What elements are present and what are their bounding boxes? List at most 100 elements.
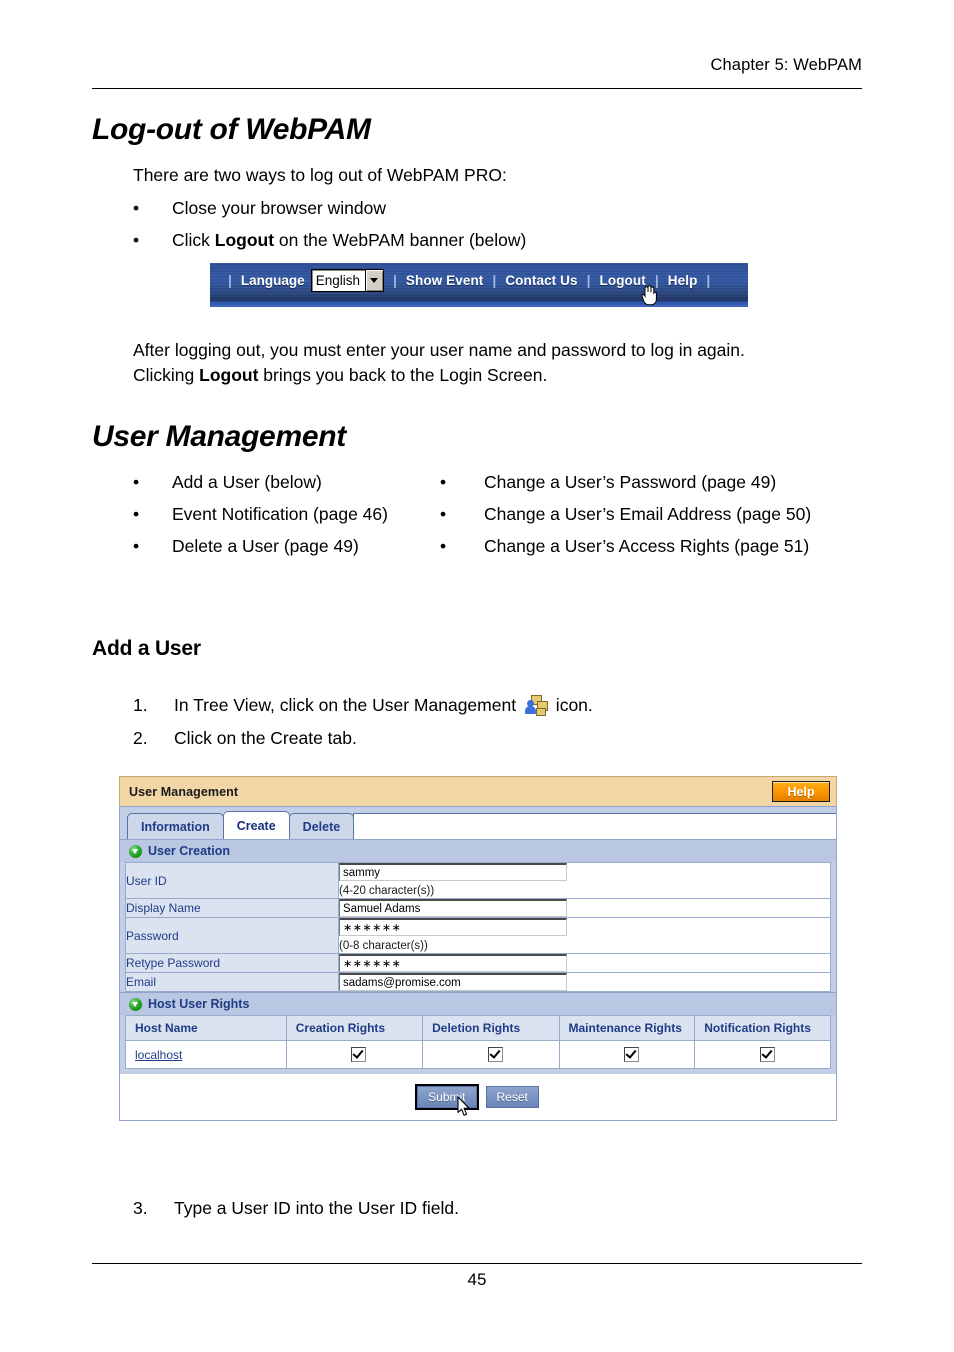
table-row: Retype Password ∗∗∗∗∗∗ bbox=[125, 953, 831, 973]
collapse-toggle-icon[interactable] bbox=[129, 997, 142, 1011]
list-number: 3. bbox=[133, 1198, 148, 1218]
tab-information[interactable]: Information bbox=[127, 813, 224, 839]
chevron-down-icon[interactable] bbox=[364, 269, 383, 291]
field-label-display-name: Display Name bbox=[125, 898, 339, 918]
section-header-host-user-rights[interactable]: Host User Rights bbox=[120, 992, 836, 1015]
bullet-marker: • bbox=[440, 472, 447, 492]
host-user-rights-panel: Host Name Creation Rights Deletion Right… bbox=[120, 1015, 836, 1075]
logout-after-paragraph: After logging out, you must enter your u… bbox=[133, 338, 863, 388]
user-management-app-screenshot: User Management Help Information Create … bbox=[119, 776, 837, 1174]
app-body: Information Create Delete User Creation … bbox=[119, 806, 837, 1122]
list-number: 2. bbox=[133, 728, 148, 748]
cell-notification-rights bbox=[694, 1039, 831, 1070]
cell-deletion-rights bbox=[422, 1039, 560, 1070]
numbered-list-item: 2. Click on the Create tab. bbox=[133, 725, 853, 751]
list-item-label: Event Notification (page 46) bbox=[172, 504, 388, 524]
cell-maintenance-rights bbox=[558, 1039, 696, 1070]
banner-separator: | bbox=[654, 272, 659, 288]
list-item-label: In Tree View, click on the User Manageme… bbox=[174, 692, 593, 718]
language-select[interactable]: English bbox=[310, 268, 384, 292]
field-cell-user-id: sammy (4-20 character(s)) bbox=[338, 862, 831, 899]
list-item: • Delete a User (page 49) bbox=[133, 533, 443, 559]
after-pre: Clicking bbox=[133, 365, 200, 385]
heading-user-management: User Management bbox=[92, 420, 346, 453]
user-management-icon bbox=[524, 695, 548, 716]
list-item-label: Type a User ID into the User ID field. bbox=[174, 1198, 459, 1218]
section-header-user-creation[interactable]: User Creation bbox=[120, 839, 836, 862]
field-cell-email: sadams@promise.com bbox=[338, 972, 831, 992]
table-row: Display Name Samuel Adams bbox=[125, 898, 831, 918]
step-text-post: icon. bbox=[550, 695, 593, 715]
table-row: localhost bbox=[125, 1039, 831, 1070]
banner-separator: | bbox=[228, 272, 232, 288]
cell-host-name: localhost bbox=[125, 1039, 287, 1070]
column-header-deletion-rights: Deletion Rights bbox=[422, 1015, 560, 1041]
help-button[interactable]: Help bbox=[772, 781, 830, 802]
banner-menu-row: | Language English | Show Event | Contac… bbox=[210, 263, 748, 297]
bullet-marker: • bbox=[133, 230, 140, 250]
field-cell-display-name: Samuel Adams bbox=[338, 898, 831, 918]
field-label-retype-password: Retype Password bbox=[125, 953, 339, 973]
running-header: Chapter 5: WebPAM bbox=[710, 56, 862, 74]
column-header-host-name: Host Name bbox=[125, 1015, 287, 1041]
field-cell-password: ∗∗∗∗∗∗ (0-8 character(s)) bbox=[338, 917, 831, 954]
user-creation-table: User ID sammy (4-20 character(s)) Displa… bbox=[125, 862, 831, 992]
list-item: • Click Logout on the WebPAM banner (bel… bbox=[133, 227, 833, 253]
banner-link-show-event[interactable]: Show Event bbox=[406, 273, 484, 288]
email-input[interactable]: sadams@promise.com bbox=[339, 973, 567, 991]
host-name-link[interactable]: localhost bbox=[135, 1048, 182, 1062]
column-header-notification-rights: Notification Rights bbox=[694, 1015, 831, 1041]
text-bold: Logout bbox=[214, 230, 275, 250]
list-item-label: Change a User’s Access Rights (page 51) bbox=[484, 536, 810, 556]
document-page: Chapter 5: WebPAM Log-out of WebPAM Ther… bbox=[0, 0, 954, 1352]
after-post: brings you back to the Login Screen. bbox=[258, 365, 548, 385]
list-item-label: Change a User’s Password (page 49) bbox=[484, 472, 777, 492]
list-item-label: Click on the Create tab. bbox=[174, 728, 357, 748]
banner-link-contact-us[interactable]: Contact Us bbox=[505, 273, 577, 288]
text-post: on the WebPAM banner (below) bbox=[274, 230, 527, 250]
tab-bar-filler bbox=[353, 813, 836, 839]
field-cell-retype-password: ∗∗∗∗∗∗ bbox=[338, 953, 831, 973]
banner-separator: | bbox=[392, 272, 397, 288]
list-item-label: Delete a User (page 49) bbox=[172, 536, 359, 556]
table-row: Email sadams@promise.com bbox=[125, 972, 831, 992]
list-item: • Add a User (below) bbox=[133, 469, 443, 495]
banner-link-help[interactable]: Help bbox=[668, 273, 698, 288]
list-item: • Change a User’s Password (page 49) bbox=[440, 469, 860, 495]
password-input[interactable]: ∗∗∗∗∗∗ bbox=[339, 918, 567, 936]
password-hint: (0-8 character(s)) bbox=[339, 940, 428, 952]
list-item-label: Add a User (below) bbox=[172, 472, 322, 492]
user-id-input[interactable]: sammy bbox=[339, 863, 567, 881]
banner-link-logout[interactable]: Logout bbox=[600, 273, 646, 288]
section-title: Host User Rights bbox=[148, 997, 250, 1011]
collapse-toggle-icon[interactable] bbox=[129, 844, 142, 858]
numbered-list-item: 1. In Tree View, click on the User Manag… bbox=[133, 692, 853, 718]
step-text-pre: In Tree View, click on the User Manageme… bbox=[174, 695, 521, 715]
table-header-row: Host Name Creation Rights Deletion Right… bbox=[125, 1015, 831, 1041]
field-label-password: Password bbox=[125, 917, 339, 954]
deletion-rights-checkbox[interactable] bbox=[487, 1047, 503, 1063]
creation-rights-checkbox[interactable] bbox=[351, 1047, 367, 1063]
notification-rights-checkbox[interactable] bbox=[759, 1047, 775, 1063]
reset-button[interactable]: Reset bbox=[485, 1086, 539, 1109]
submit-button[interactable]: Submit bbox=[415, 1084, 479, 1111]
display-name-input[interactable]: Samuel Adams bbox=[339, 899, 567, 917]
user-creation-form: User ID sammy (4-20 character(s)) Displa… bbox=[120, 862, 836, 992]
bullet-marker: • bbox=[133, 198, 140, 218]
maintenance-rights-checkbox[interactable] bbox=[623, 1047, 639, 1063]
list-item: • Change a User’s Access Rights (page 51… bbox=[440, 533, 860, 559]
language-label: Language bbox=[240, 272, 305, 288]
column-header-maintenance-rights: Maintenance Rights bbox=[558, 1015, 696, 1041]
tab-delete[interactable]: Delete bbox=[288, 813, 355, 839]
field-label-email: Email bbox=[125, 972, 339, 992]
bullet-marker: • bbox=[440, 536, 447, 556]
retype-password-input[interactable]: ∗∗∗∗∗∗ bbox=[339, 954, 567, 972]
list-item-label: Close your browser window bbox=[172, 198, 386, 218]
after-bold: Logout bbox=[199, 365, 259, 385]
bullet-marker: • bbox=[440, 504, 447, 524]
language-select-value: English bbox=[315, 273, 360, 288]
list-item: • Change a User’s Email Address (page 50… bbox=[440, 501, 860, 527]
field-label-user-id: User ID bbox=[125, 862, 339, 899]
tab-create[interactable]: Create bbox=[222, 811, 290, 839]
column-header-creation-rights: Creation Rights bbox=[285, 1015, 424, 1041]
